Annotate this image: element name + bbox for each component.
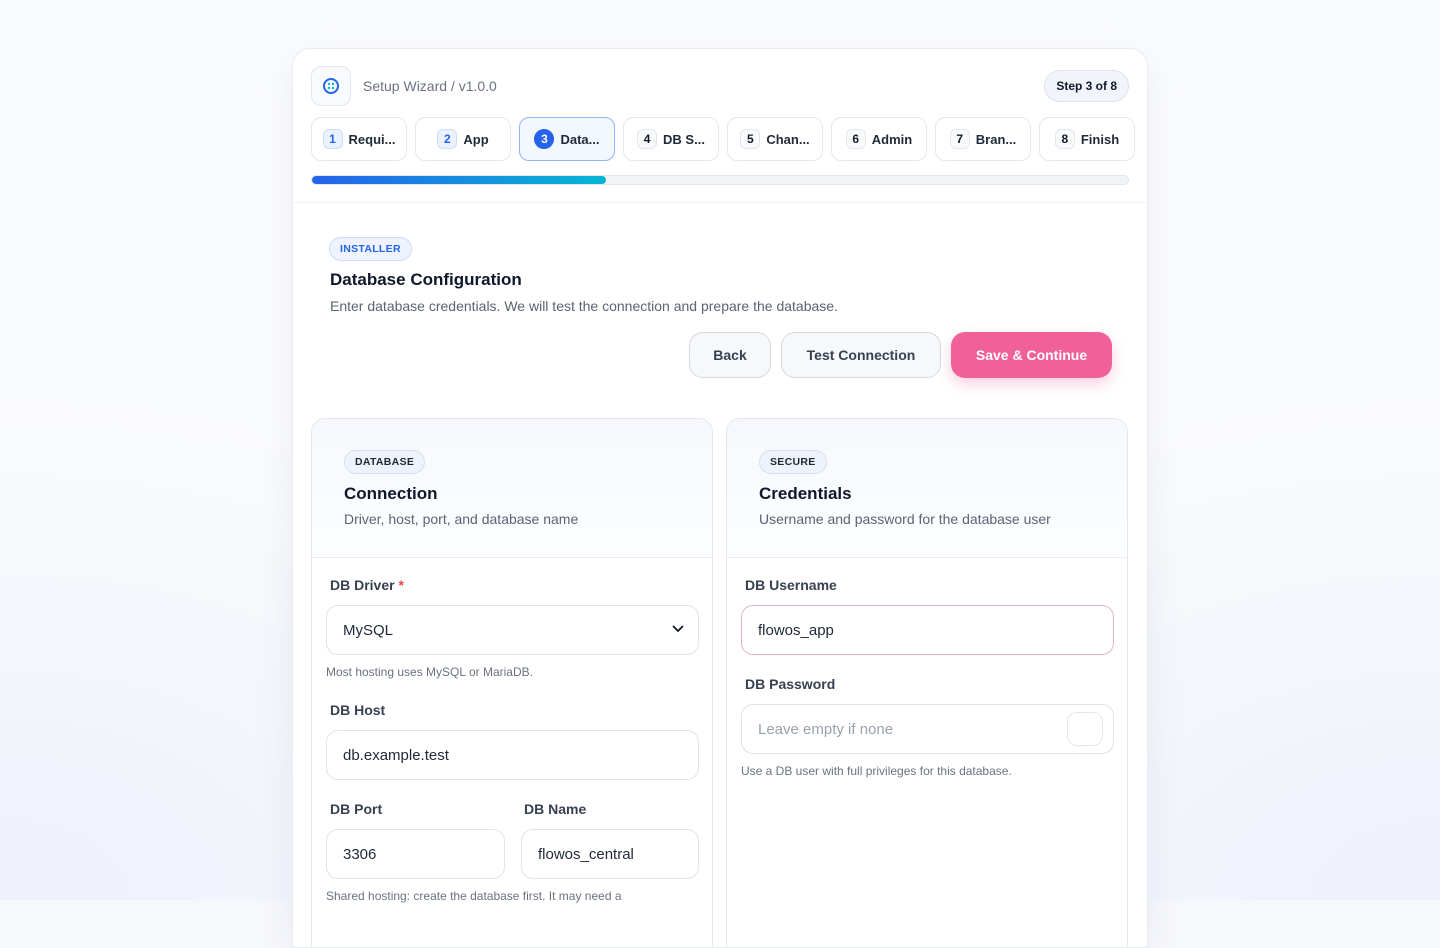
db-driver-hint: Most hosting uses MySQL or MariaDB. bbox=[326, 665, 533, 679]
chevron-down-icon bbox=[672, 625, 684, 632]
step-label: App bbox=[463, 131, 489, 147]
db-password-placeholder: Leave empty if none bbox=[758, 720, 894, 738]
test-connection-button[interactable]: Test Connection bbox=[781, 332, 941, 378]
step-label: Admin bbox=[871, 131, 913, 147]
db-username-label: DB Username bbox=[745, 577, 837, 593]
credentials-subtitle: Username and password for the database u… bbox=[759, 511, 1051, 527]
back-button[interactable]: Back bbox=[689, 332, 771, 378]
eye-toggle-icon[interactable] bbox=[1067, 712, 1103, 746]
step-number: 7 bbox=[949, 129, 970, 149]
step-tab-8[interactable]: 8 Finish bbox=[1039, 117, 1135, 161]
db-name-value: flowos_central bbox=[538, 845, 634, 863]
database-badge: DATABASE bbox=[344, 450, 426, 474]
db-name-label: DB Name bbox=[524, 801, 587, 817]
step-label: Requi... bbox=[348, 131, 396, 147]
step-tab-4[interactable]: 4 DB S... bbox=[623, 117, 719, 161]
wizard-topbar: Setup Wizard / v1.0.0 Step 3 of 8 1 Requ… bbox=[293, 49, 1147, 203]
step-number: 8 bbox=[1054, 129, 1075, 149]
step-label: DB S... bbox=[663, 131, 705, 147]
step-label: Bran... bbox=[975, 131, 1017, 147]
db-password-input[interactable]: Leave empty if none bbox=[741, 704, 1114, 754]
step-label: Chan... bbox=[766, 131, 810, 147]
page-title: Database Configuration bbox=[330, 270, 522, 289]
db-name-input[interactable]: flowos_central bbox=[521, 829, 699, 879]
app-title: Setup Wizard / v1.0.0 bbox=[363, 78, 497, 94]
step-tab-1[interactable]: 1 Requi... bbox=[311, 117, 407, 161]
step-number: 6 bbox=[845, 129, 866, 149]
db-username-value: flowos_app bbox=[758, 621, 834, 639]
db-driver-value: MySQL bbox=[343, 621, 394, 639]
step-number: 4 bbox=[637, 129, 658, 149]
db-port-value: 3306 bbox=[343, 845, 377, 863]
db-driver-label-text: DB Driver bbox=[330, 577, 395, 593]
secure-badge: SECURE bbox=[759, 450, 827, 474]
db-driver-label: DB Driver * bbox=[330, 577, 404, 593]
credentials-title: Credentials bbox=[759, 484, 852, 503]
step-label: Data... bbox=[560, 131, 600, 147]
step-label: Finish bbox=[1080, 131, 1120, 147]
step-number: 3 bbox=[534, 129, 555, 149]
wizard-progress-bar bbox=[311, 175, 1129, 185]
step-tabs: 1 Requi... 2 App 3 Data... 4 DB S... 5 C… bbox=[311, 117, 1135, 161]
save-continue-button[interactable]: Save & Continue bbox=[951, 332, 1112, 378]
db-port-label: DB Port bbox=[330, 801, 383, 817]
setup-wizard-card: Setup Wizard / v1.0.0 Step 3 of 8 1 Requ… bbox=[292, 48, 1148, 948]
db-host-value: db.example.test bbox=[343, 746, 449, 764]
db-port-input[interactable]: 3306 bbox=[326, 829, 505, 879]
step-tab-6[interactable]: 6 Admin bbox=[831, 117, 927, 161]
connection-panel-header: DATABASE Connection Driver, host, port, … bbox=[312, 419, 712, 558]
db-host-label: DB Host bbox=[330, 702, 386, 718]
step-tab-7[interactable]: 7 Bran... bbox=[935, 117, 1031, 161]
connection-panel: DATABASE Connection Driver, host, port, … bbox=[311, 418, 713, 947]
step-number: 2 bbox=[437, 129, 458, 149]
step-number: 5 bbox=[740, 129, 761, 149]
db-password-label: DB Password bbox=[745, 676, 836, 692]
wizard-logo-icon bbox=[311, 66, 351, 106]
credentials-panel: SECURE Credentials Username and password… bbox=[726, 418, 1128, 947]
connection-subtitle: Driver, host, port, and database name bbox=[344, 511, 579, 527]
installer-badge: INSTALLER bbox=[329, 237, 412, 261]
page-description: Enter database credentials. We will test… bbox=[330, 298, 838, 314]
connection-title: Connection bbox=[344, 484, 438, 503]
db-driver-select[interactable]: MySQL bbox=[326, 605, 699, 655]
db-host-input[interactable]: db.example.test bbox=[326, 730, 699, 780]
step-tab-5[interactable]: 5 Chan... bbox=[727, 117, 823, 161]
step-tab-3[interactable]: 3 Data... bbox=[519, 117, 615, 161]
db-name-hint: Shared hosting: create the database firs… bbox=[326, 889, 622, 903]
step-indicator: Step 3 of 8 bbox=[1044, 70, 1129, 102]
step-tab-2[interactable]: 2 App bbox=[415, 117, 511, 161]
step-number: 1 bbox=[322, 129, 343, 149]
credentials-panel-header: SECURE Credentials Username and password… bbox=[727, 419, 1127, 558]
db-username-input[interactable]: flowos_app bbox=[741, 605, 1114, 655]
wizard-progress-fill bbox=[312, 176, 606, 184]
required-marker: * bbox=[398, 577, 404, 593]
db-password-hint: Use a DB user with full privileges for t… bbox=[741, 764, 1012, 778]
